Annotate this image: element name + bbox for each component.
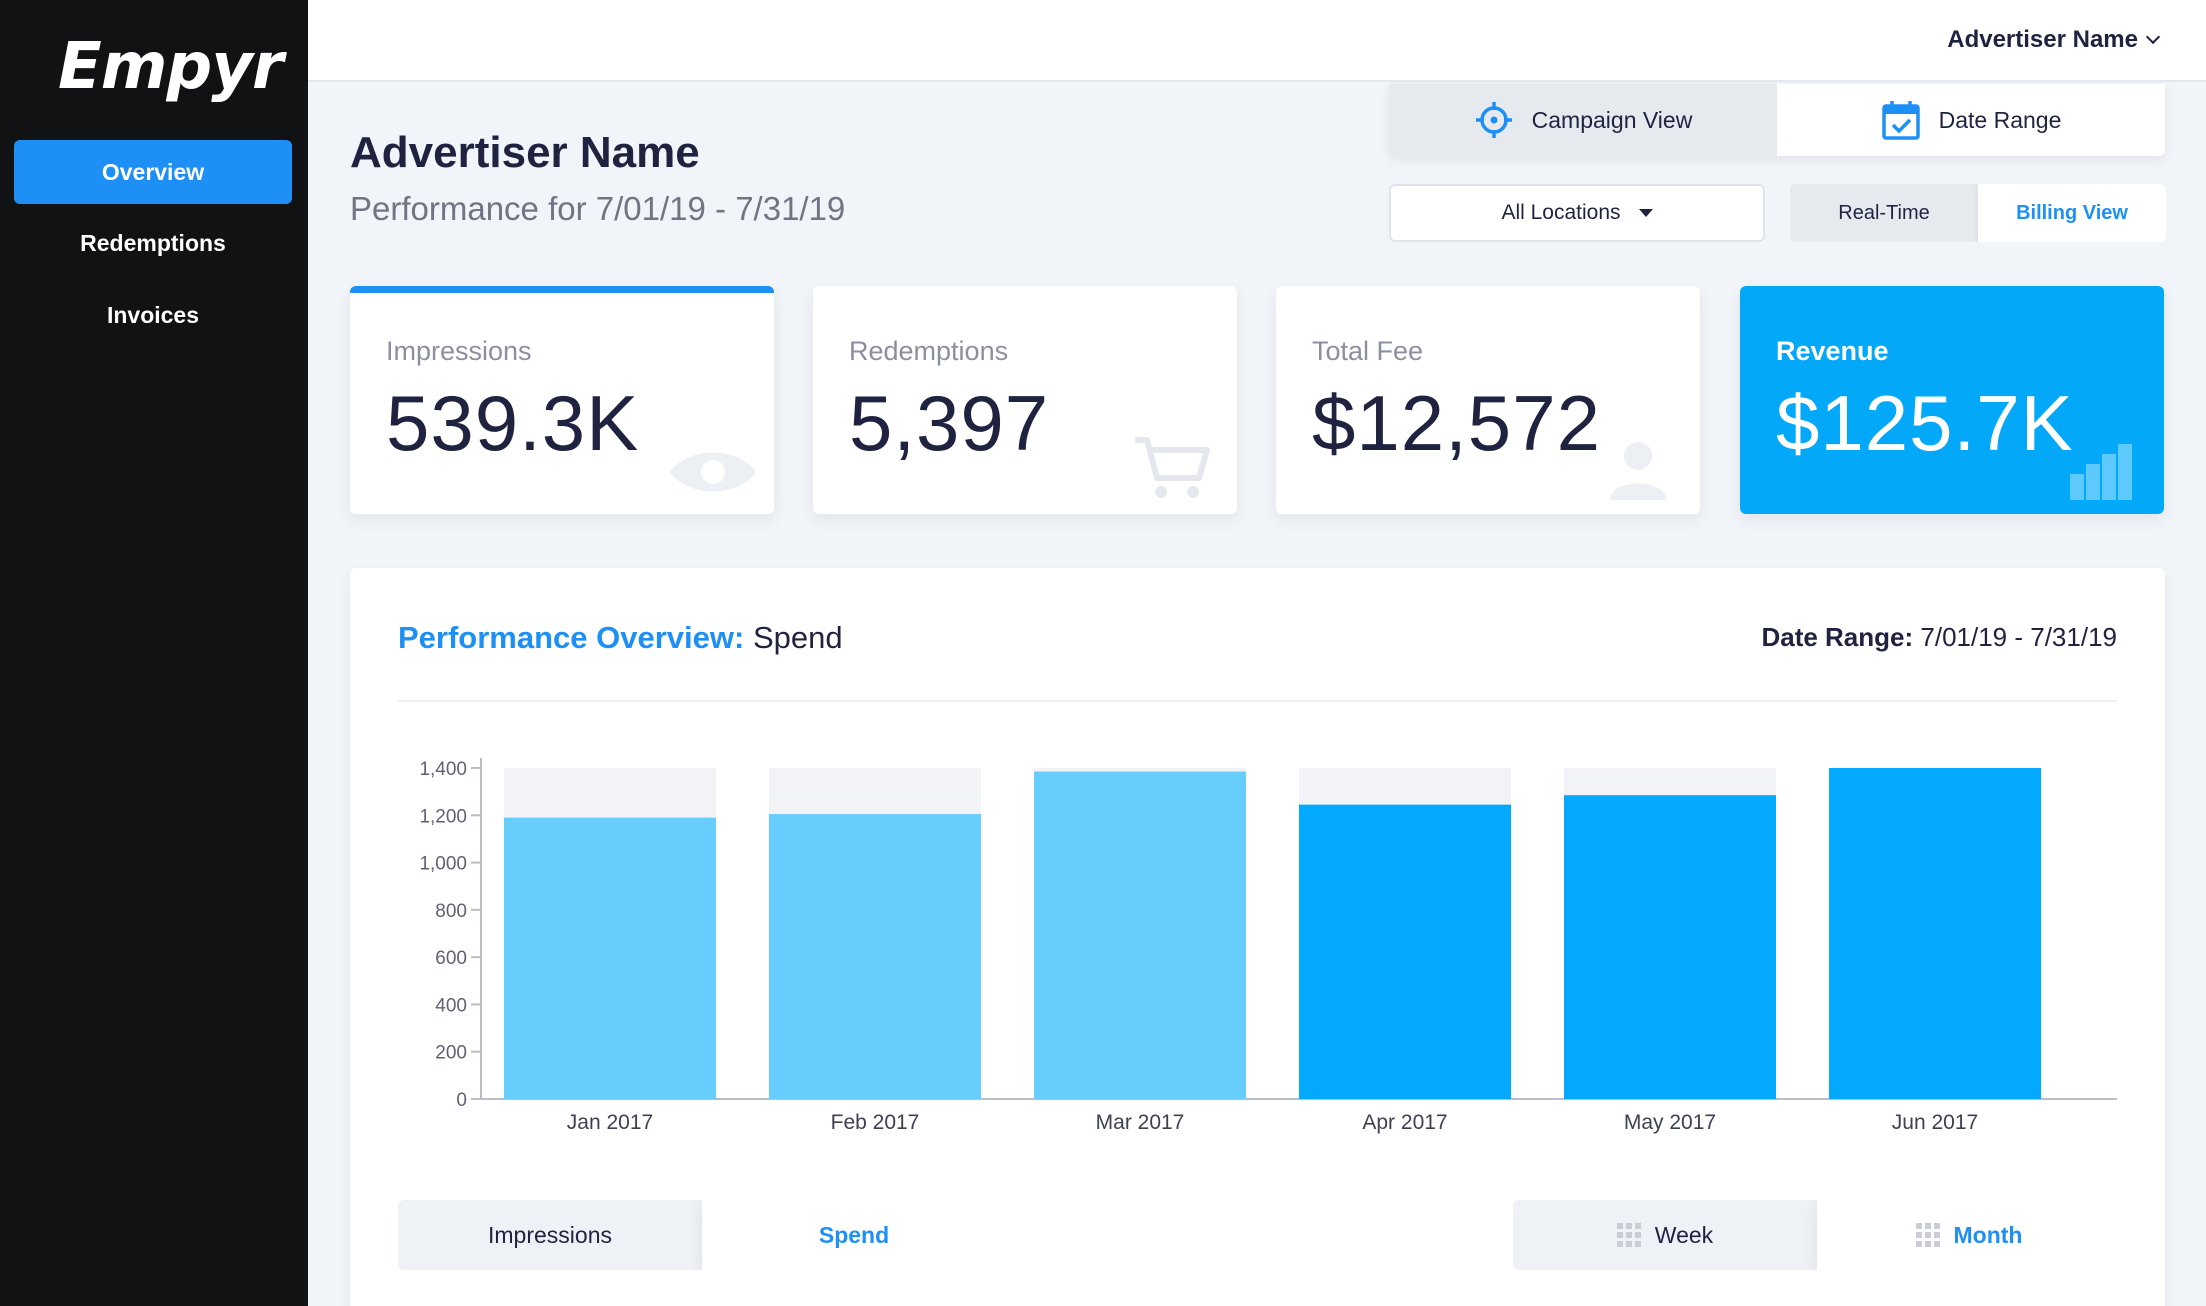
stat-label: Total Fee bbox=[1312, 336, 1424, 366]
toggle-week[interactable]: Week bbox=[1513, 1200, 1817, 1270]
top-bar: Advertiser Name bbox=[308, 0, 2206, 82]
bar bbox=[1829, 768, 2041, 1099]
toggle-spend[interactable]: Spend bbox=[702, 1200, 1006, 1270]
bar bbox=[769, 814, 981, 1099]
y-tick-label: 200 bbox=[435, 1043, 467, 1064]
x-tick-label: Mar 2017 bbox=[1096, 1111, 1185, 1134]
user-icon bbox=[1610, 442, 1666, 500]
y-tick-label: 400 bbox=[435, 995, 467, 1016]
crosshair-icon bbox=[1475, 102, 1512, 138]
stat-card-total-fee[interactable]: Total Fee $12,572 bbox=[1276, 286, 1700, 514]
stat-card-redemptions[interactable]: Redemptions 5,397 bbox=[813, 286, 1237, 514]
tab-date-range[interactable]: Date Range bbox=[1777, 84, 2165, 156]
x-tick-label: Jan 2017 bbox=[567, 1111, 653, 1134]
calendar-check-icon bbox=[1881, 101, 1920, 140]
caret-down-icon bbox=[1638, 209, 1653, 217]
y-tick-label: 800 bbox=[435, 901, 467, 922]
mode-toggle: Real-Time Billing View bbox=[1790, 184, 2166, 242]
eye-icon bbox=[670, 452, 756, 492]
page-title: Advertiser Name bbox=[350, 128, 700, 177]
bar bbox=[1034, 771, 1246, 1099]
sidebar-item-redemptions[interactable]: Redemptions bbox=[14, 211, 292, 275]
bar bbox=[1299, 804, 1511, 1099]
sidebar-item-invoices[interactable]: Invoices bbox=[14, 283, 292, 347]
grid-icon bbox=[1915, 1223, 1940, 1247]
toggle-month-label: Month bbox=[1953, 1221, 2023, 1248]
mode-billing-view[interactable]: Billing View bbox=[1978, 184, 2166, 242]
metric-toggle: Impressions Spend bbox=[398, 1200, 1006, 1270]
cart-icon bbox=[1135, 437, 1210, 498]
toggle-month[interactable]: Month bbox=[1817, 1200, 2121, 1270]
user-menu[interactable]: Advertiser Name bbox=[1947, 26, 2161, 54]
view-tabs: Campaign View Date Range bbox=[1389, 84, 2165, 156]
stat-card-revenue[interactable]: Revenue $125.7K bbox=[1740, 286, 2164, 514]
x-tick-label: Feb 2017 bbox=[831, 1111, 920, 1134]
mode-real-time[interactable]: Real-Time bbox=[1790, 184, 1978, 242]
stat-card-impressions[interactable]: Impressions 539.3K bbox=[350, 286, 774, 514]
brand-logo[interactable]: Empyr bbox=[58, 30, 283, 104]
y-tick-label: 1,200 bbox=[419, 806, 467, 827]
sidebar-item-overview[interactable]: Overview bbox=[14, 140, 292, 204]
bar bbox=[1564, 795, 1776, 1099]
location-select-value: All Locations bbox=[1501, 201, 1621, 224]
tab-campaign-view[interactable]: Campaign View bbox=[1389, 84, 1777, 156]
tab-campaign-view-label: Campaign View bbox=[1531, 106, 1693, 133]
x-tick-label: Jun 2017 bbox=[1892, 1111, 1978, 1134]
stat-label: Revenue bbox=[1776, 336, 1889, 366]
x-tick-label: Apr 2017 bbox=[1362, 1111, 1447, 1134]
bar-chart-icon bbox=[2070, 444, 2132, 500]
performance-panel: Performance Overview: Spend Date Range: … bbox=[350, 568, 2165, 1306]
x-tick-label: May 2017 bbox=[1624, 1111, 1716, 1134]
page-subtitle: Performance for 7/01/19 - 7/31/19 bbox=[350, 190, 846, 227]
stat-label: Redemptions bbox=[849, 336, 1009, 366]
stat-label: Impressions bbox=[386, 336, 532, 366]
y-tick-label: 1,000 bbox=[419, 854, 467, 875]
grid-icon bbox=[1616, 1223, 1641, 1247]
stat-value: 5,397 bbox=[849, 379, 1050, 467]
stat-value: $125.7K bbox=[1776, 379, 2074, 467]
location-select[interactable]: All Locations bbox=[1389, 184, 1765, 242]
spend-bar-chart: 0 200 400 600 800 1,000 1,200 1,400 Jan 2017 Feb … bbox=[419, 758, 2117, 1134]
sidebar: Empyr Overview Redemptions Invoices bbox=[0, 0, 308, 1306]
y-tick-label: 1,400 bbox=[419, 759, 467, 780]
bar bbox=[504, 817, 716, 1099]
period-toggle: Week Month bbox=[1513, 1200, 2121, 1270]
toggle-impressions[interactable]: Impressions bbox=[398, 1200, 702, 1270]
user-menu-label: Advertiser Name bbox=[1947, 26, 2138, 53]
y-tick-label: 0 bbox=[456, 1090, 467, 1111]
chevron-down-icon bbox=[2145, 29, 2161, 45]
toggle-week-label: Week bbox=[1654, 1221, 1714, 1248]
stat-value: $12,572 bbox=[1312, 379, 1601, 467]
stat-value: 539.3K bbox=[386, 379, 640, 467]
tab-date-range-label: Date Range bbox=[1938, 106, 2062, 133]
y-tick-label: 600 bbox=[435, 948, 467, 969]
